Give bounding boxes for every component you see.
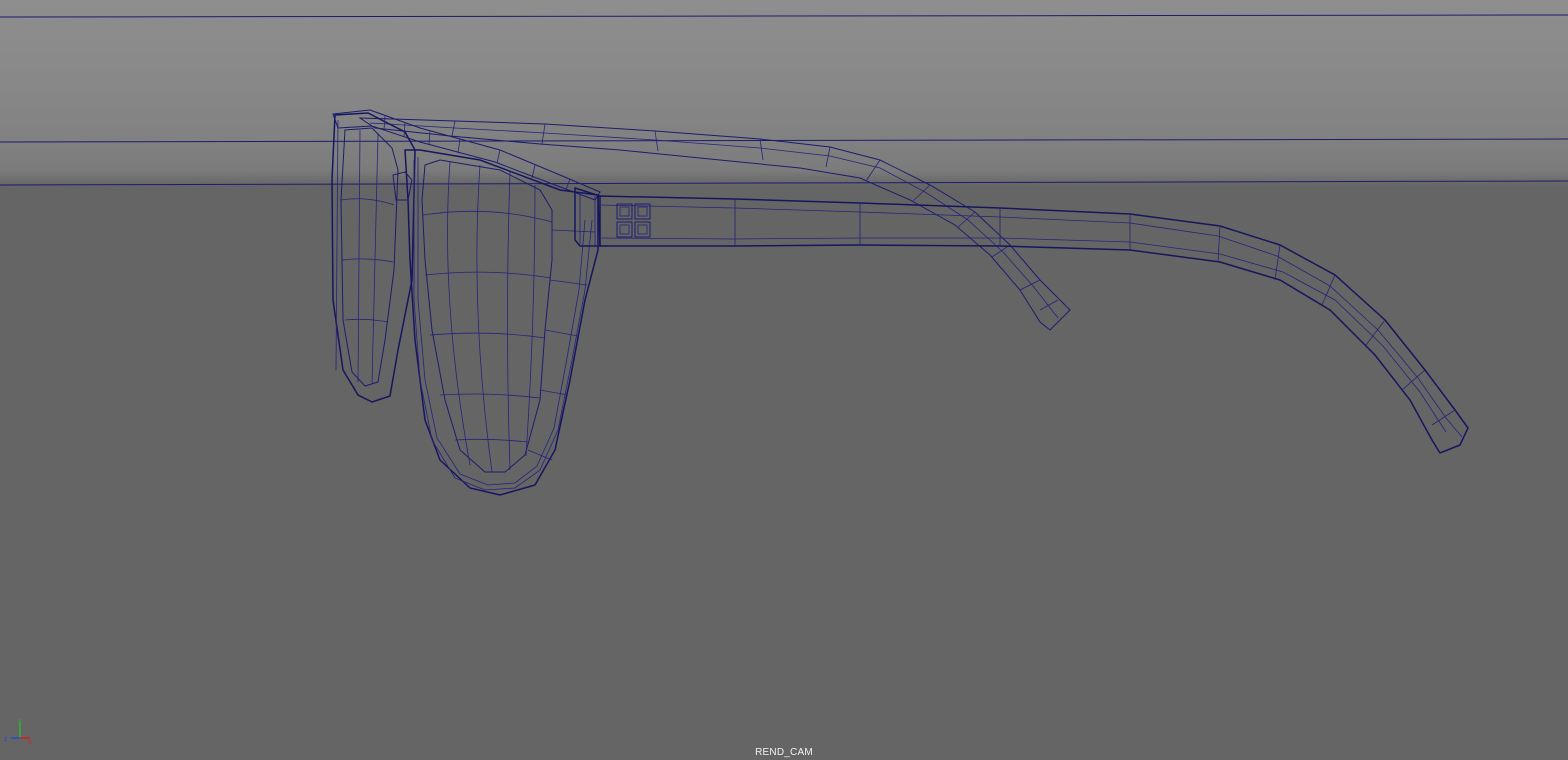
sunglasses-model[interactable] [331,109,1469,496]
camera-name-label: REND_CAM [755,747,813,758]
near-temple-arm[interactable] [597,195,1469,454]
temple-logo [616,203,651,238]
horizon-line-top [0,14,1568,18]
xyz-axis-gizmo-icon: y x z [4,718,32,746]
far-temple-arm[interactable] [358,117,1071,331]
horizon-line-ground [0,180,1568,186]
z-axis-label: z [4,736,8,743]
x-axis-label: x [28,739,32,746]
maya-viewport[interactable]: y x z REND_CAM [0,0,1568,760]
far-lens-frame[interactable] [331,112,416,403]
y-axis-label: y [18,718,22,725]
viewport-scene[interactable] [0,0,1568,760]
bridge[interactable] [392,171,413,201]
horizon-lines [0,14,1568,186]
near-lens-frame[interactable] [404,149,599,496]
